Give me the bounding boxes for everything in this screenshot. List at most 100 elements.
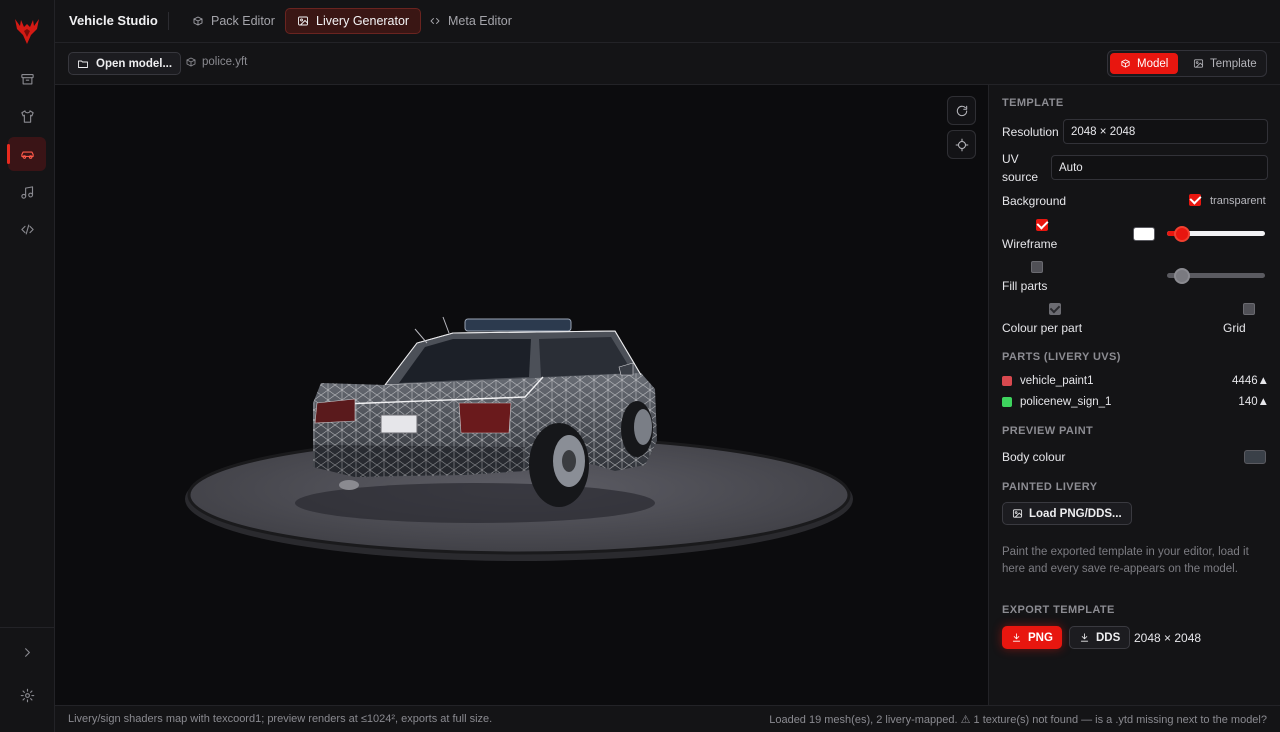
view-toggle: Model Template <box>1107 50 1267 77</box>
uv-source-select[interactable]: Auto <box>1051 155 1268 180</box>
parts-heading: PARTS (LIVERY UVS) <box>1002 351 1121 363</box>
wireframe-slider[interactable] <box>1167 226 1265 242</box>
colour-per-part-checkbox[interactable] <box>1049 303 1061 315</box>
shirt-icon <box>20 109 34 123</box>
package-icon <box>193 16 203 26</box>
export-dds-label: DDS <box>1096 631 1121 644</box>
rail-settings-button[interactable] <box>8 678 46 712</box>
uv-source-value: Auto <box>1059 161 1083 174</box>
wireframe-color-swatch[interactable] <box>1133 227 1155 241</box>
settings-panel: TEMPLATE Resolution 2048 × 2048 UV sourc… <box>988 85 1280 705</box>
download-icon <box>1012 633 1021 642</box>
transparent-checkbox[interactable] <box>1189 194 1201 206</box>
painted-livery-heading: PAINTED LIVERY <box>1002 481 1098 493</box>
logo-icon <box>15 19 39 44</box>
rail-car-button[interactable] <box>7 137 46 171</box>
part-triangle-count: 140▲ <box>1238 396 1269 408</box>
load-livery-label: Load PNG/DDS... <box>1029 507 1122 520</box>
wireframe-slider-thumb[interactable] <box>1173 226 1190 242</box>
status-left: Livery/sign shaders map with texcoord1; … <box>68 713 493 725</box>
vehicle-scene <box>185 316 853 561</box>
gear-icon <box>20 688 34 702</box>
music-icon <box>20 185 33 199</box>
part-row[interactable]: policenew_sign_1 140▲ <box>1002 394 1269 410</box>
tab-label: Livery Generator <box>316 14 410 28</box>
refresh-icon <box>956 105 967 116</box>
livery-hint: Paint the exported template in your edit… <box>1002 546 1249 575</box>
tab-meta-editor[interactable]: Meta Editor <box>418 8 523 34</box>
tab-label: Meta Editor <box>448 14 512 28</box>
status-right: Loaded 19 mesh(es), 2 livery-mapped. ⚠ 1… <box>769 714 1267 726</box>
transparent-label: transparent <box>1210 195 1266 207</box>
image-icon <box>1193 59 1204 68</box>
export-png-label: PNG <box>1028 631 1053 644</box>
fill-slider-thumb[interactable] <box>1173 268 1190 284</box>
car-icon <box>20 150 34 159</box>
part-name: vehicle_paint1 <box>1020 375 1094 387</box>
wireframe-checkbox[interactable] <box>1036 219 1048 231</box>
status-bar: Livery/sign shaders map with texcoord1; … <box>55 705 1280 732</box>
export-size: 2048 × 2048 <box>1134 631 1202 645</box>
part-color-dot <box>1002 397 1012 407</box>
image-icon <box>1012 509 1023 518</box>
part-triangle-count: 4446▲ <box>1232 375 1269 387</box>
wireframe-label: Wireframe <box>1002 237 1058 251</box>
app-title: Vehicle Studio <box>69 13 158 28</box>
fill-parts-label: Fill parts <box>1002 279 1048 293</box>
rail-music-button[interactable] <box>8 175 46 209</box>
view-model-label: Model <box>1137 57 1169 70</box>
view-template-button[interactable]: Template <box>1183 53 1267 74</box>
file-name-text: police.yft <box>202 56 248 68</box>
cube-icon <box>186 57 196 67</box>
file-toolbar: Open model... police.yft Model Template <box>55 43 1280 85</box>
open-model-label: Open model... <box>96 57 173 70</box>
body-colour-swatch[interactable] <box>1244 450 1266 464</box>
code-icon <box>430 18 440 24</box>
open-model-button[interactable]: Open model... <box>68 52 182 75</box>
left-rail <box>0 0 55 732</box>
preview-paint-heading: PREVIEW PAINT <box>1002 425 1094 437</box>
code-icon <box>20 224 34 234</box>
reset-view-button[interactable] <box>947 96 976 125</box>
rail-shirt-button[interactable] <box>8 99 46 133</box>
chevron-right-icon <box>24 647 30 657</box>
uv-source-label-1: UV <box>1002 152 1019 166</box>
part-row[interactable]: vehicle_paint1 4446▲ <box>1002 373 1269 389</box>
part-name: policenew_sign_1 <box>1020 396 1112 408</box>
rear-wheel <box>529 423 589 507</box>
view-template-label: Template <box>1210 57 1257 70</box>
colour-per-part-label: Colour per part <box>1002 321 1083 335</box>
view-model-button[interactable]: Model <box>1110 53 1179 74</box>
rail-expand-button[interactable] <box>8 635 46 669</box>
export-png-button[interactable]: PNG <box>1002 626 1062 649</box>
cube-icon <box>1121 59 1130 68</box>
folder-icon <box>78 60 88 68</box>
center-view-button[interactable] <box>947 130 976 159</box>
uv-source-label-2: source <box>1002 170 1039 184</box>
fill-slider[interactable] <box>1167 268 1265 284</box>
rail-divider <box>0 627 55 628</box>
body-colour-label: Body colour <box>1002 450 1066 464</box>
resolution-value: 2048 × 2048 <box>1071 125 1136 138</box>
tab-pack-editor[interactable]: Pack Editor <box>181 8 286 34</box>
archive-icon <box>20 73 34 84</box>
tab-livery-generator[interactable]: Livery Generator <box>285 8 422 34</box>
resolution-select[interactable]: 2048 × 2048 <box>1063 119 1268 144</box>
file-name: police.yft <box>185 56 247 68</box>
rail-archive-button[interactable] <box>8 62 46 96</box>
fill-parts-checkbox[interactable] <box>1031 261 1043 273</box>
part-color-dot <box>1002 376 1012 386</box>
rail-code-button[interactable] <box>8 212 46 246</box>
tab-label: Pack Editor <box>211 14 275 28</box>
image-icon <box>298 16 308 26</box>
export-template-heading: EXPORT TEMPLATE <box>1002 604 1115 616</box>
grid-checkbox[interactable] <box>1243 303 1255 315</box>
load-livery-button[interactable]: Load PNG/DDS... <box>1002 502 1132 525</box>
export-dds-button[interactable]: DDS <box>1069 626 1131 649</box>
grid-label: Grid <box>1223 321 1246 335</box>
template-heading: TEMPLATE <box>1002 97 1064 109</box>
top-divider <box>168 12 169 30</box>
resolution-label: Resolution <box>1002 125 1059 139</box>
3d-viewport[interactable] <box>55 85 988 705</box>
front-wheel <box>621 401 653 457</box>
